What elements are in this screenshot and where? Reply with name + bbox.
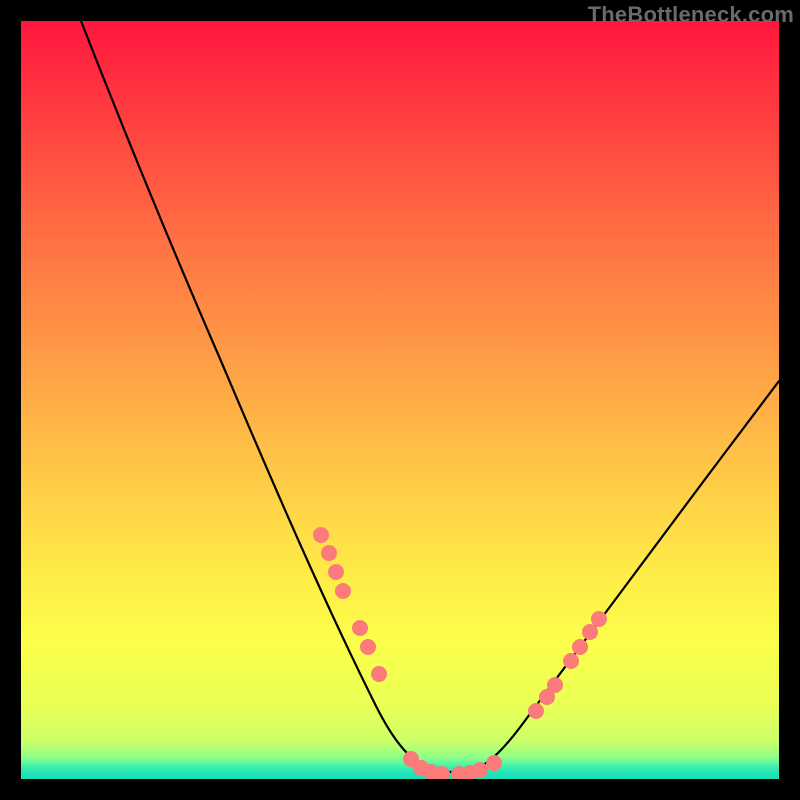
marker-cluster-right bbox=[528, 611, 607, 719]
marker-cluster-trough bbox=[403, 751, 502, 779]
chart-svg bbox=[21, 21, 779, 779]
marker-cluster-left bbox=[313, 527, 387, 682]
bottleneck-curve bbox=[81, 21, 779, 772]
watermark-text: TheBottleneck.com bbox=[588, 2, 794, 28]
chart-frame: TheBottleneck.com bbox=[0, 0, 800, 800]
plot-area bbox=[21, 21, 779, 779]
